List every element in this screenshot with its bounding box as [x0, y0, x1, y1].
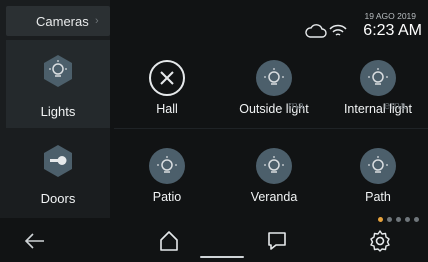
tile-outside-light[interactable]: Outside light — [222, 60, 326, 130]
sidebar-item-label: Lights — [40, 104, 76, 119]
cameras-tab-label: Cameras — [36, 14, 89, 29]
tile-label: Patio — [152, 190, 182, 204]
sidebar-item-doors[interactable]: Doors — [6, 130, 110, 218]
tile-label: Outside light — [239, 102, 309, 116]
settings-icon[interactable] — [368, 229, 392, 253]
home-icon[interactable] — [158, 229, 180, 253]
clock-time: 6:23 AM — [363, 22, 422, 39]
ghost-text: erna — [384, 100, 407, 112]
message-icon[interactable] — [266, 229, 288, 253]
bulb-icon — [256, 60, 292, 96]
sidebar: Cameras › Lights Doors — [0, 0, 110, 218]
ghost-text: rna — [288, 100, 304, 112]
chevron-right-icon: › — [95, 15, 99, 27]
tile-patio[interactable]: Patio — [115, 148, 219, 218]
sidebar-item-lights[interactable]: Lights — [6, 40, 110, 128]
tile-label: Hall — [156, 102, 178, 116]
bulb-icon — [360, 60, 396, 96]
bulb-icon — [44, 55, 72, 87]
bulb-icon — [360, 148, 396, 184]
bulb-icon — [256, 148, 292, 184]
close-icon — [149, 60, 185, 96]
cloud-icon — [305, 24, 327, 38]
bulb-icon — [149, 148, 185, 184]
tile-veranda[interactable]: Veranda — [222, 148, 326, 218]
tile-label: Internal light — [343, 102, 413, 116]
door-lock-icon — [44, 145, 72, 177]
back-arrow-icon[interactable] — [22, 229, 48, 253]
sidebar-item-label: Doors — [40, 191, 76, 206]
row-divider — [114, 128, 428, 129]
tile-label: Veranda — [250, 190, 298, 204]
tile-path[interactable]: Path — [326, 148, 428, 218]
tile-hall[interactable]: Hall — [115, 60, 219, 130]
home-indicator — [200, 256, 244, 258]
cameras-tab[interactable]: Cameras › — [6, 6, 110, 36]
wifi-icon — [329, 24, 347, 36]
tile-label: Path — [365, 190, 391, 204]
date-text: 19 AGO 2019 — [364, 11, 416, 21]
tile-internal-light[interactable]: Internal light — [326, 60, 428, 130]
